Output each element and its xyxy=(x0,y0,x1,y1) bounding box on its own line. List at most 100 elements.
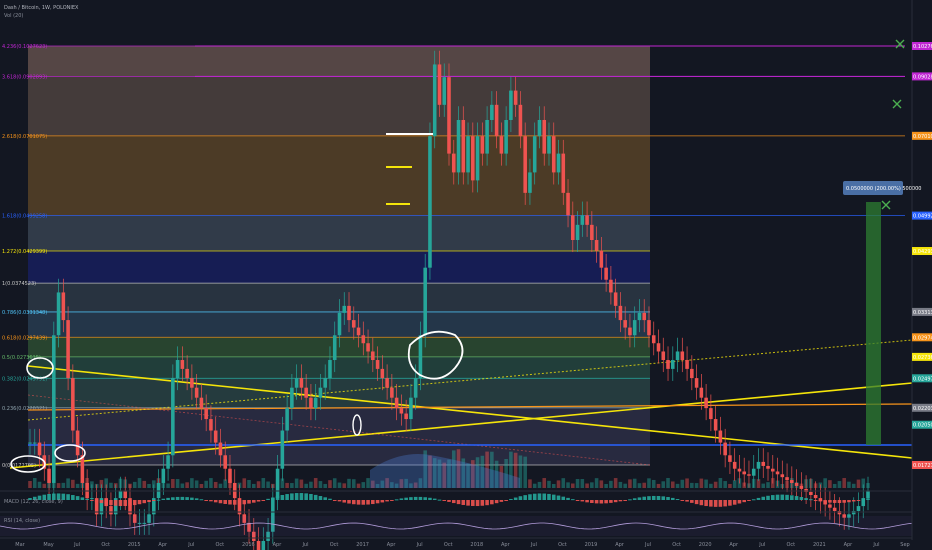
candle-body-10 xyxy=(75,430,80,456)
candle-body-109 xyxy=(547,136,551,154)
volume-bar-134 xyxy=(666,478,670,488)
candle-body-37 xyxy=(204,408,208,420)
candle-body-40 xyxy=(218,442,223,456)
volume-bar-142 xyxy=(704,479,708,488)
candle-body-9 xyxy=(71,378,75,431)
candle-body-71 xyxy=(366,343,370,352)
macd-hist-92 xyxy=(466,500,470,506)
macd-hist-81 xyxy=(413,496,418,500)
macd-hist-16 xyxy=(104,500,108,505)
time-label-20: 2019 xyxy=(585,542,598,548)
volume-bar-66 xyxy=(342,483,347,488)
macd-hist-28 xyxy=(161,498,166,500)
macd-hist-57 xyxy=(299,493,304,500)
volume-bar-154 xyxy=(761,483,766,488)
candle-body-62 xyxy=(323,378,327,388)
volume-bar-148 xyxy=(732,480,737,488)
macd-hist-8 xyxy=(66,494,70,500)
candle-body-174 xyxy=(856,506,861,511)
macd-hist-45 xyxy=(242,500,247,505)
candle-body-67 xyxy=(347,305,351,321)
macd-hist-79 xyxy=(404,497,408,500)
macd-hist-23 xyxy=(137,500,142,505)
macd-hist-152 xyxy=(751,499,756,501)
volume-bar-58 xyxy=(304,483,308,488)
macd-hist-170 xyxy=(837,500,842,503)
candle-body-154 xyxy=(761,461,766,466)
macd-hist-22 xyxy=(132,500,137,506)
macd-hist-90 xyxy=(456,500,461,505)
volume-bar-25 xyxy=(147,483,151,488)
macd-hist-25 xyxy=(147,500,151,503)
volume-bar-59 xyxy=(309,481,313,488)
volume-bar-127 xyxy=(632,478,637,488)
macd-hist-120 xyxy=(599,500,604,504)
candle-body-35 xyxy=(194,387,199,398)
volume-bar-50 xyxy=(266,481,270,488)
volume-bar-24 xyxy=(142,480,147,488)
volume-bar-123 xyxy=(613,478,618,488)
candle-body-34 xyxy=(190,378,194,388)
macd-hist-12 xyxy=(85,498,89,500)
candle-body-119 xyxy=(594,240,599,251)
volume-bar-54 xyxy=(285,482,289,488)
candle-body-98 xyxy=(494,104,499,137)
candle-body-1 xyxy=(32,442,37,444)
macd-hist-102 xyxy=(513,497,518,500)
volume-bar-129 xyxy=(642,482,647,488)
macd-hist-32 xyxy=(180,496,185,500)
volume-bar-112 xyxy=(561,478,566,488)
macd-hist-107 xyxy=(537,493,542,500)
macd-hist-126 xyxy=(628,499,632,501)
volume-bar-62 xyxy=(323,483,327,488)
candle-body-89 xyxy=(451,153,456,173)
macd-hist-153 xyxy=(756,497,761,500)
macd-hist-74 xyxy=(380,500,385,503)
macd-hist-139 xyxy=(690,500,694,503)
volume-bar-107 xyxy=(537,481,542,488)
candle-body-155 xyxy=(766,465,770,469)
candle-body-88 xyxy=(447,77,451,154)
macd-hist-33 xyxy=(185,497,189,500)
macd-hist-56 xyxy=(294,493,299,500)
time-label-1: May xyxy=(43,542,53,548)
candle-body-52 xyxy=(275,468,280,499)
volume-bar-126 xyxy=(628,479,632,488)
macd-hist-41 xyxy=(223,500,228,504)
macd-hist-71 xyxy=(366,500,370,505)
candle-body-111 xyxy=(556,153,561,173)
macd-hist-40 xyxy=(218,500,223,504)
price-tag-4: 0.0429399 xyxy=(913,249,932,255)
volume-bar-125 xyxy=(623,483,627,488)
macd-hist-51 xyxy=(271,497,275,500)
macd-hist-98 xyxy=(494,500,499,504)
volume-bar-60 xyxy=(313,478,318,488)
macd-hist-116 xyxy=(580,500,585,502)
candle-body-59 xyxy=(309,397,313,409)
macd-hist-101 xyxy=(509,498,513,500)
macd-hist-68 xyxy=(351,500,356,505)
macd-hist-61 xyxy=(318,496,323,500)
time-label-26: Jul xyxy=(758,542,765,548)
time-label-27: Oct xyxy=(786,542,795,548)
candle-body-127 xyxy=(632,320,637,336)
macd-hist-148 xyxy=(732,500,737,505)
macd-hist-122 xyxy=(609,500,613,503)
macd-hist-60 xyxy=(313,494,318,500)
macd-hist-70 xyxy=(361,500,366,505)
macd-hist-19 xyxy=(118,500,123,507)
candle-body-58 xyxy=(304,387,308,398)
macd-hist-78 xyxy=(399,498,404,500)
volume-bar-35 xyxy=(194,480,199,488)
symbol-title: Dash / Bitcoin, 1W, POLONIEX xyxy=(4,5,79,11)
candle-body-55 xyxy=(290,387,294,409)
macd-hist-85 xyxy=(432,498,437,500)
volume-bar-30 xyxy=(171,478,175,488)
macd-hist-158 xyxy=(780,494,785,500)
macd-hist-113 xyxy=(566,497,570,500)
candle-body-66 xyxy=(342,305,347,313)
macd-hist-114 xyxy=(571,499,575,501)
volume-bar-9 xyxy=(71,479,75,488)
volume-bar-37 xyxy=(204,480,208,488)
candle-body-149 xyxy=(737,468,742,472)
